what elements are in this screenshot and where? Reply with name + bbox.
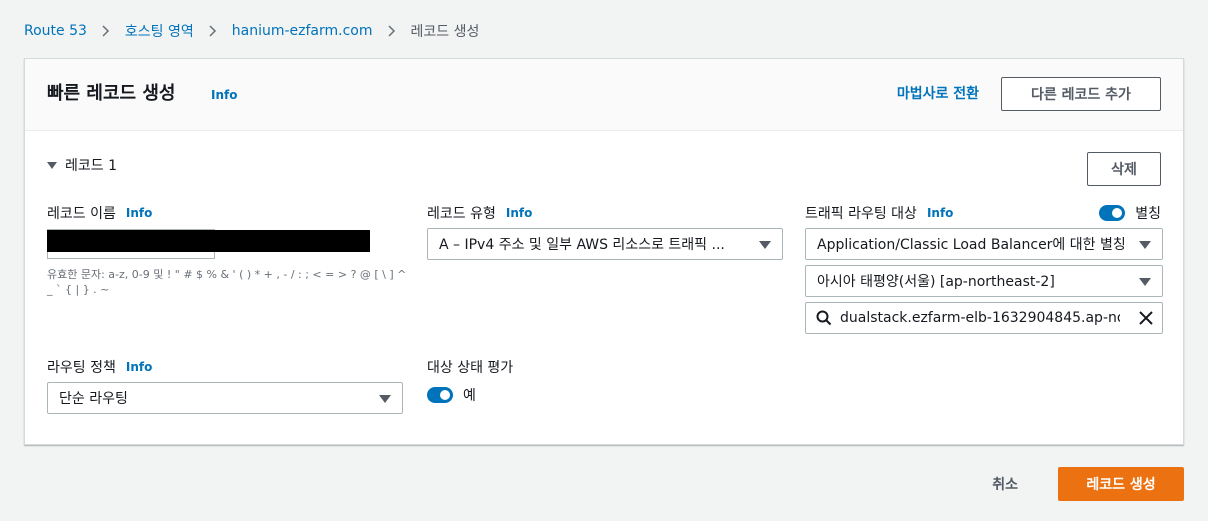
record-section-label: 레코드 1 xyxy=(65,158,117,174)
form-footer: 취소 레코드 생성 xyxy=(992,467,1184,501)
health-eval-label: 대상 상태 평가 xyxy=(427,357,513,377)
breadcrumb-zone[interactable]: hanium-ezfarm.com xyxy=(232,23,373,39)
record-name-info-link[interactable]: Info xyxy=(126,206,152,220)
add-another-record-button[interactable]: 다른 레코드 추가 xyxy=(1001,77,1161,111)
quick-create-panel: 빠른 레코드 생성 Info 마법사로 전환 다른 레코드 추가 레코드 1 삭… xyxy=(24,58,1184,445)
close-icon[interactable] xyxy=(1138,310,1154,326)
routing-target-label: 트래픽 라우팅 대상 Info xyxy=(805,203,953,223)
alias-label: 별칭 xyxy=(1135,206,1161,222)
health-eval-toggle[interactable] xyxy=(427,387,453,403)
chevron-right-icon xyxy=(387,25,396,37)
region-value: 아시아 태평양(서울) [ap-northeast-2] xyxy=(817,274,1055,290)
health-eval-toggle-group: 예 xyxy=(427,385,476,405)
breadcrumb-hosted-zones[interactable]: 호스팅 영역 xyxy=(125,21,194,41)
cancel-button[interactable]: 취소 xyxy=(992,474,1018,494)
title-info-link[interactable]: Info xyxy=(211,88,237,102)
routing-policy-select[interactable]: 단순 라우팅 xyxy=(47,382,403,414)
routing-target-info-link[interactable]: Info xyxy=(927,206,953,220)
load-balancer-search-input[interactable] xyxy=(840,310,1120,326)
search-icon xyxy=(816,310,832,326)
breadcrumb-current: 레코드 생성 xyxy=(410,24,480,40)
routing-policy-value: 단순 라우팅 xyxy=(59,391,128,407)
load-balancer-search[interactable] xyxy=(805,302,1163,334)
create-record-button[interactable]: 레코드 생성 xyxy=(1058,467,1184,501)
chevron-right-icon xyxy=(209,25,217,37)
routing-policy-info-link[interactable]: Info xyxy=(126,360,152,374)
routing-policy-label: 라우팅 정책 Info xyxy=(47,357,152,377)
record-name-label: 레코드 이름 Info xyxy=(47,203,152,223)
region-select[interactable]: 아시아 태평양(서울) [ap-northeast-2] xyxy=(805,265,1163,297)
caret-down-icon xyxy=(379,395,391,403)
record-section-toggle[interactable]: 레코드 1 xyxy=(47,155,117,175)
panel-header: 빠른 레코드 생성 Info 마법사로 전환 다른 레코드 추가 xyxy=(25,59,1183,131)
health-eval-label-text: 대상 상태 평가 xyxy=(427,360,514,376)
record-name-label-text: 레코드 이름 xyxy=(47,206,116,222)
caret-down-icon xyxy=(1139,241,1151,249)
page-title: 빠른 레코드 생성 xyxy=(47,83,176,104)
alias-toggle-group: 별칭 xyxy=(1099,203,1161,223)
breadcrumb-route53[interactable]: Route 53 xyxy=(24,23,87,39)
endpoint-select[interactable]: Application/Classic Load Balancer에 대한 별칭 xyxy=(805,228,1163,260)
routing-policy-label-text: 라우팅 정책 xyxy=(47,360,116,376)
endpoint-value: Application/Classic Load Balancer에 대한 별칭 xyxy=(817,237,1126,253)
record-type-info-link[interactable]: Info xyxy=(506,206,532,220)
caret-down-icon xyxy=(1139,278,1151,286)
redaction-block xyxy=(47,230,370,252)
caret-down-icon xyxy=(759,241,771,249)
record-type-label-text: 레코드 유형 xyxy=(427,206,496,222)
health-eval-value: 예 xyxy=(463,388,476,404)
routing-target-label-text: 트래픽 라우팅 대상 xyxy=(805,206,917,222)
breadcrumb: Route 53 호스팅 영역 hanium-ezfarm.com 레코드 생성 xyxy=(24,21,479,41)
caret-down-icon xyxy=(47,161,57,169)
record-type-select[interactable]: A – IPv4 주소 및 일부 AWS 리소스로 트래픽 ... xyxy=(427,228,783,260)
record-type-value: A – IPv4 주소 및 일부 AWS 리소스로 트래픽 ... xyxy=(439,237,725,253)
switch-to-wizard-link[interactable]: 마법사로 전환 xyxy=(897,83,979,103)
chevron-right-icon xyxy=(102,25,110,37)
record-name-hint: 유효한 문자: a-z, 0-9 및 ! " # $ % & ' ( ) * +… xyxy=(47,268,407,296)
alias-toggle[interactable] xyxy=(1099,205,1126,221)
delete-button[interactable]: 삭제 xyxy=(1087,152,1161,186)
record-type-label: 레코드 유형 Info xyxy=(427,203,532,223)
